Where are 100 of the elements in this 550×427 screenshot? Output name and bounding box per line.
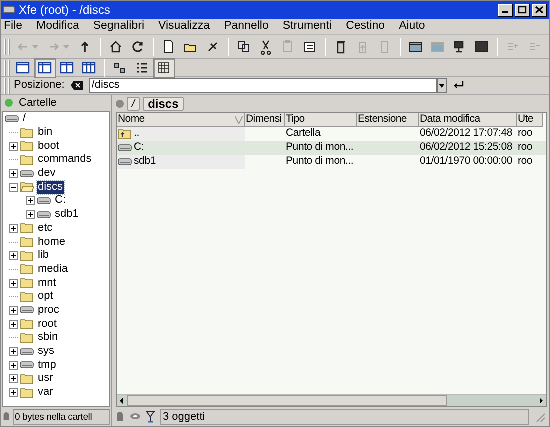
tree-item[interactable]: C:	[54, 194, 67, 208]
three-panel-icon	[81, 60, 97, 76]
filter-icon[interactable]	[146, 410, 155, 422]
minimize-button[interactable]	[498, 4, 513, 16]
drive-icon	[20, 361, 34, 370]
scrollbar-thumb[interactable]	[127, 395, 447, 406]
expand-icon[interactable]	[9, 169, 18, 178]
path-button[interactable]: discs	[143, 96, 184, 110]
expand-icon[interactable]	[9, 306, 18, 315]
expand-icon[interactable]	[26, 210, 35, 220]
tree-item[interactable]: boot	[37, 140, 60, 153]
tree-item[interactable]: root	[37, 318, 58, 331]
two-panel-icon	[59, 60, 75, 76]
folder-icon	[20, 250, 34, 262]
app-icon	[3, 5, 15, 15]
toolbar-grip[interactable]	[4, 38, 9, 54]
column-header[interactable]: Data modifica	[419, 113, 517, 127]
folder-icon	[20, 263, 34, 276]
expand-icon[interactable]	[9, 142, 18, 151]
tree-item[interactable]: proc	[37, 304, 60, 317]
tree-item[interactable]: etc	[37, 222, 54, 235]
expand-icon[interactable]	[9, 278, 18, 288]
expand-icon[interactable]	[9, 347, 18, 356]
expand-icon[interactable]	[9, 224, 18, 233]
menu-item[interactable]: File	[4, 18, 23, 36]
drive-icon	[20, 170, 34, 178]
tree-item[interactable]: usr	[37, 372, 54, 386]
expand-icon[interactable]	[9, 374, 18, 384]
table-cell-text: roo	[518, 140, 533, 156]
detailed-list-button[interactable]	[153, 58, 175, 78]
expand-icon[interactable]	[9, 388, 18, 398]
clear-icon[interactable]	[70, 81, 83, 90]
tree-item[interactable]: sys	[37, 345, 56, 358]
menu-item[interactable]: Pannello	[224, 18, 269, 36]
folder-icon	[20, 290, 34, 303]
menu-item[interactable]: Strumenti	[282, 18, 332, 36]
horizontal-scrollbar[interactable]	[117, 394, 546, 406]
menu-item[interactable]: Modifica	[36, 18, 80, 36]
tree-item[interactable]: tmp	[37, 358, 58, 372]
column-header[interactable]: Tipo	[285, 113, 357, 127]
column-header[interactable]: Nome	[117, 113, 245, 127]
parent-folder-icon	[118, 128, 132, 140]
maximize-icon	[518, 6, 527, 14]
status-field: 3 oggetti	[160, 408, 529, 424]
tree-item[interactable]: mnt	[37, 276, 58, 290]
open-folder-icon	[20, 181, 34, 194]
enter-icon[interactable]	[452, 81, 465, 90]
status-dot-icon	[116, 100, 124, 108]
close-button[interactable]	[532, 4, 547, 16]
expand-icon[interactable]	[9, 251, 18, 260]
tree-item[interactable]: dev	[37, 167, 57, 180]
tree-item[interactable]: media	[37, 262, 69, 276]
home-icon	[108, 38, 124, 54]
folder-icon	[20, 236, 34, 248]
maximize-button[interactable]	[515, 4, 530, 16]
ghost-icon[interactable]	[2, 411, 11, 422]
collapse-icon[interactable]	[9, 182, 18, 192]
column-header[interactable]: Estensione	[357, 113, 419, 127]
drive-icon	[20, 348, 34, 356]
column-header[interactable]: Dimensi	[245, 113, 285, 127]
expand-icon[interactable]	[9, 320, 18, 329]
caret-icon	[438, 84, 445, 88]
drive-icon	[37, 210, 51, 219]
menu-item[interactable]: Segnalibri	[93, 18, 145, 36]
tree-item[interactable]: sbin	[37, 331, 60, 344]
table-cell-text: 06/02/2012 17:07:48	[420, 126, 513, 142]
folder-icon	[20, 154, 34, 166]
drive-icon	[118, 144, 132, 152]
folder-icon	[20, 372, 34, 385]
tree-item[interactable]: bin	[37, 126, 54, 140]
expand-icon[interactable]	[9, 360, 18, 370]
menu-item[interactable]: Cestino	[346, 18, 386, 36]
drive-icon	[118, 158, 132, 166]
disk-icon[interactable]	[130, 413, 141, 420]
tree-item[interactable]: lib	[37, 249, 50, 262]
window-title: Xfe (root) - /discs	[19, 2, 112, 19]
tree-item[interactable]: opt	[37, 290, 54, 304]
tree-item[interactable]: discs	[37, 180, 64, 194]
expand-icon[interactable]	[26, 196, 35, 206]
toolbar-grip[interactable]	[4, 78, 9, 94]
dropdown-button[interactable]	[436, 78, 447, 93]
ghost-icon[interactable]	[115, 411, 125, 422]
file-row[interactable]: C: Punto di mon... 06/02/2012 15:25:08 roo	[117, 141, 546, 155]
path-button[interactable]: /	[127, 96, 140, 110]
terminal-icon	[474, 38, 490, 54]
location-field[interactable]: /discs	[88, 78, 437, 93]
file-row[interactable]: sdb1 Punto di mon... 01/01/1970 00:00:00 roo	[117, 155, 546, 169]
file-row[interactable]: .. Cartella 06/02/2012 17:07:48 roo	[117, 127, 546, 141]
toolbar-grip[interactable]	[4, 60, 9, 76]
tree-item[interactable]: sdb1	[54, 208, 80, 222]
folder-icon	[20, 332, 34, 344]
tree-item[interactable]: home	[37, 236, 67, 249]
tree-item[interactable]: var	[37, 386, 54, 400]
column-header[interactable]: Ute	[517, 113, 543, 127]
menu-item[interactable]: Aiuto	[399, 18, 426, 36]
menu-item[interactable]: Visualizza	[158, 18, 210, 36]
tree-item[interactable]: /	[22, 112, 28, 126]
tree-panel-button[interactable]	[34, 58, 56, 78]
resize-grip-icon[interactable]	[534, 410, 546, 422]
tree-item[interactable]: commands	[37, 153, 93, 166]
